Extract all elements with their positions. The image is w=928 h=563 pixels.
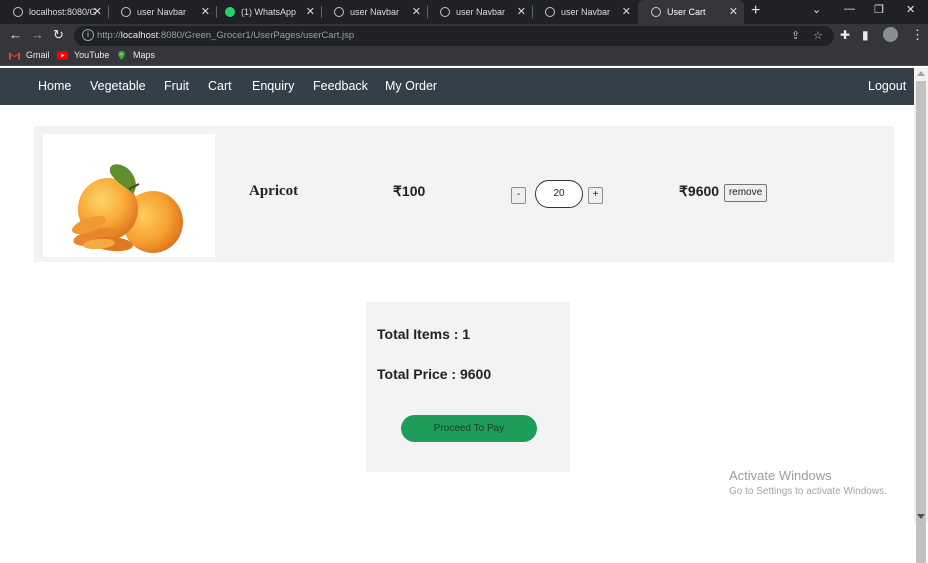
chevron-down-icon[interactable]: ⌄ xyxy=(812,3,821,16)
close-icon[interactable]: ✕ xyxy=(412,5,421,18)
nav-home[interactable]: Home xyxy=(38,79,71,93)
info-icon[interactable]: i xyxy=(82,29,94,41)
globe-icon xyxy=(440,7,450,17)
avatar[interactable] xyxy=(883,27,898,42)
close-icon[interactable]: ✕ xyxy=(729,5,738,18)
order-summary: Total Items : 1 Total Price : 9600 Proce… xyxy=(366,302,570,472)
globe-icon xyxy=(545,7,555,17)
bookmarks-bar: Gmail YouTube Maps xyxy=(0,48,928,66)
activate-windows-subtitle: Go to Settings to activate Windows. xyxy=(729,486,887,497)
tab-title: user Navbar xyxy=(350,7,400,17)
forward-icon[interactable]: → xyxy=(31,28,44,42)
product-name: Apricot xyxy=(249,183,299,199)
nav-cart[interactable]: Cart xyxy=(208,79,232,93)
extensions-icon[interactable]: ✚ xyxy=(840,28,850,42)
product-image xyxy=(43,134,215,257)
whatsapp-icon xyxy=(225,7,235,17)
nav-vegetable[interactable]: Vegetable xyxy=(90,79,146,93)
scrollbar-thumb[interactable] xyxy=(916,81,926,563)
logout-link[interactable]: Logout xyxy=(868,79,906,93)
tab-title: user Navbar xyxy=(561,7,611,17)
globe-icon xyxy=(651,7,661,17)
browser-tab[interactable]: user Navbar ✕ xyxy=(108,0,216,24)
bookmark-maps[interactable]: Maps xyxy=(116,50,155,60)
browser-toolbar: ← → ↻ i http://localhost:8080/Green_Groc… xyxy=(0,24,928,48)
nav-my-order[interactable]: My Order xyxy=(385,79,437,93)
close-icon[interactable]: ✕ xyxy=(201,5,210,18)
total-items: Total Items : 1 xyxy=(377,326,471,342)
close-icon[interactable]: ✕ xyxy=(93,5,102,18)
globe-icon xyxy=(13,7,23,17)
minimize-icon[interactable]: — xyxy=(844,3,855,15)
proceed-to-pay-button[interactable]: Proceed To Pay xyxy=(401,415,537,442)
close-icon[interactable]: ✕ xyxy=(306,5,315,18)
browser-tab-active[interactable]: User Cart ✕ xyxy=(638,0,744,24)
tab-title: User Cart xyxy=(667,7,706,17)
nav-enquiry[interactable]: Enquiry xyxy=(252,79,294,93)
tab-title: user Navbar xyxy=(456,7,506,17)
total-price: Total Price : 9600 xyxy=(377,366,492,382)
increment-button[interactable]: + xyxy=(588,187,603,204)
restore-icon[interactable]: ❐ xyxy=(874,3,884,16)
nav-feedback[interactable]: Feedback xyxy=(313,79,368,93)
activate-windows-title: Activate Windows xyxy=(729,468,832,483)
bookmark-label: Gmail xyxy=(26,50,50,60)
decrement-button[interactable]: - xyxy=(511,187,526,204)
browser-tab[interactable]: localhost:8080/G ✕ xyxy=(0,0,108,24)
menu-icon[interactable]: ⋮ xyxy=(911,28,924,42)
nav-fruit[interactable]: Fruit xyxy=(164,79,189,93)
url-text: http://localhost:8080/Green_Grocer1/User… xyxy=(97,30,355,41)
browser-tab[interactable]: user Navbar ✕ xyxy=(532,0,637,24)
gmail-icon xyxy=(9,51,20,60)
browser-tab[interactable]: (1) WhatsApp ✕ xyxy=(216,0,321,24)
window-close-icon[interactable]: ✕ xyxy=(906,3,915,16)
back-icon[interactable]: ← xyxy=(9,28,22,42)
browser-tab[interactable]: user Navbar ✕ xyxy=(321,0,427,24)
tab-title: (1) WhatsApp xyxy=(241,7,297,17)
cart-item-row: Apricot ₹100 - 20 + ₹9600 remove xyxy=(34,126,894,262)
site-navbar: Home Vegetable Fruit Cart Enquiry Feedba… xyxy=(0,68,914,105)
address-bar[interactable]: i http://localhost:8080/Green_Grocer1/Us… xyxy=(74,26,834,46)
maps-icon xyxy=(118,50,125,60)
close-icon[interactable]: ✕ xyxy=(517,5,526,18)
side-panel-icon[interactable]: ▮ xyxy=(862,28,869,42)
scroll-up-arrow-icon[interactable] xyxy=(917,71,925,76)
remove-button[interactable]: remove xyxy=(724,184,767,202)
globe-icon xyxy=(334,7,344,17)
star-icon[interactable]: ☆ xyxy=(813,29,823,42)
bookmark-youtube[interactable]: YouTube xyxy=(57,50,109,60)
bookmark-label: Maps xyxy=(133,50,156,60)
bookmark-gmail[interactable]: Gmail xyxy=(9,50,50,60)
scroll-down-arrow-icon[interactable] xyxy=(917,514,925,519)
bookmark-label: YouTube xyxy=(74,50,110,60)
globe-icon xyxy=(121,7,131,17)
tab-title: user Navbar xyxy=(137,7,187,17)
line-total: ₹9600 xyxy=(679,183,720,199)
tab-title: localhost:8080/G xyxy=(29,7,97,17)
quantity-input[interactable]: 20 xyxy=(535,180,583,208)
close-icon[interactable]: ✕ xyxy=(622,5,631,18)
page-scrollbar[interactable] xyxy=(914,68,928,563)
browser-tab-strip: localhost:8080/G ✕ user Navbar ✕ (1) Wha… xyxy=(0,0,928,24)
unit-price: ₹100 xyxy=(393,183,426,199)
reload-icon[interactable]: ↻ xyxy=(53,28,64,42)
browser-tab[interactable]: user Navbar ✕ xyxy=(427,0,532,24)
youtube-icon xyxy=(57,50,68,60)
apricot-image xyxy=(71,164,183,253)
new-tab-icon[interactable]: + xyxy=(751,2,760,20)
share-icon[interactable]: ⇪ xyxy=(791,29,800,42)
